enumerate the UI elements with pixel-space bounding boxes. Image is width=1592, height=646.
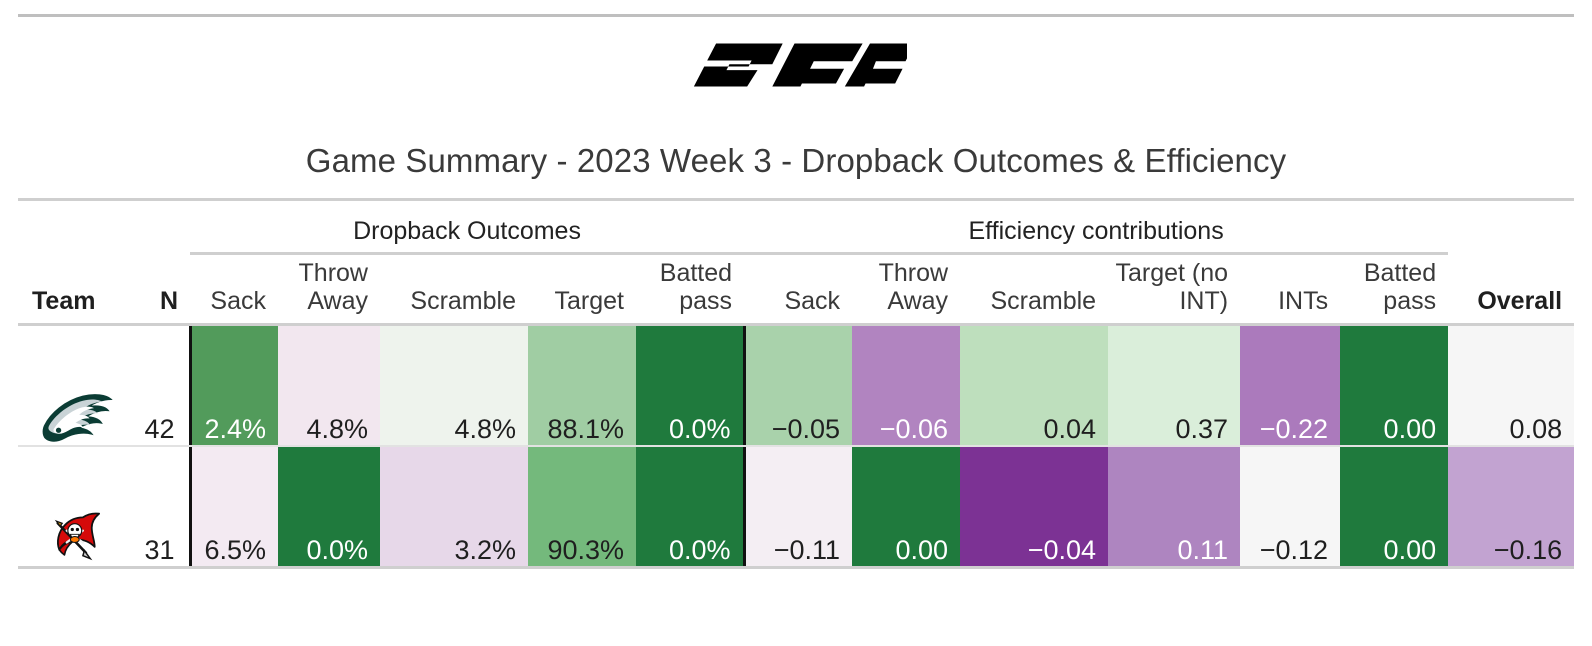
cell-scramble-pct-buccaneers: 3.2% <box>380 447 528 566</box>
group-header-dropback: Dropback Outcomes <box>353 217 581 245</box>
cell-scramble-eff-buccaneers: −0.04 <box>960 447 1109 566</box>
cell-sack-pct-buccaneers: 6.5% <box>188 447 278 566</box>
cell-throw-away-pct-eagles: 4.8% <box>278 326 380 445</box>
col-header-target-eff[interactable]: Target (no INT) <box>1108 255 1240 323</box>
cell-overall-eagles: 0.08 <box>1448 326 1575 445</box>
group-header-efficiency: Efficiency contributions <box>968 217 1224 245</box>
cell-batted-eff-eagles: 0.00 <box>1340 326 1449 445</box>
eagles-logo-icon <box>42 394 113 442</box>
table-bottom-divider <box>18 566 1575 569</box>
group-header-row: Dropback Outcomes Efficiency contributio… <box>18 205 1574 252</box>
cell-target-eff-eagles: 0.37 <box>1108 326 1241 445</box>
col-header-overall[interactable]: Overall <box>1448 255 1574 323</box>
col-header-scramble-eff[interactable]: Scramble <box>960 255 1108 323</box>
cell-overall-buccaneers: −0.16 <box>1448 447 1575 566</box>
column-header-row: Team N Sack Throw Away Scramble Target B… <box>18 255 1574 323</box>
table-row[interactable]: 42 2.4% 4.8% 4.8% 88.1% 0.0% −0.05 −0.06… <box>18 326 1575 445</box>
cell-throw-away-pct-buccaneers: 0.0% <box>278 447 380 566</box>
n-cell-eagles: 42 <box>124 326 190 445</box>
cell-scramble-pct-eagles: 4.8% <box>380 326 528 445</box>
brand-logo-container <box>0 34 1592 101</box>
top-divider <box>18 14 1574 17</box>
cell-batted-pct-eagles: 0.0% <box>636 326 745 445</box>
team-cell-buccaneers[interactable] <box>18 447 124 566</box>
cell-target-pct-buccaneers: 90.3% <box>528 447 636 566</box>
n-cell-buccaneers: 31 <box>124 447 190 566</box>
cell-batted-eff-buccaneers: 0.00 <box>1340 447 1449 566</box>
cell-target-eff-buccaneers: 0.11 <box>1108 447 1241 566</box>
col-header-scramble-pct[interactable]: Scramble <box>380 255 528 323</box>
page-root: Game Summary - 2023 Week 3 - Dropback Ou… <box>0 0 1592 646</box>
team-cell-eagles[interactable] <box>18 326 124 445</box>
cell-batted-pct-buccaneers: 0.0% <box>636 447 745 566</box>
title-divider <box>18 198 1574 201</box>
cell-scramble-eff-eagles: 0.04 <box>960 326 1109 445</box>
col-header-n[interactable]: N <box>124 255 190 323</box>
buccaneers-logo-icon <box>54 512 100 561</box>
col-header-sack-eff[interactable]: Sack <box>744 255 852 323</box>
page-title: Game Summary - 2023 Week 3 - Dropback Ou… <box>305 142 1287 179</box>
cell-sack-pct-eagles: 2.4% <box>188 326 278 445</box>
col-header-team[interactable]: Team <box>18 255 124 323</box>
cell-sack-eff-buccaneers: −0.11 <box>742 447 853 566</box>
cell-sack-eff-eagles: −0.05 <box>742 326 853 445</box>
col-header-batted-pct[interactable]: Batted pass <box>636 255 744 323</box>
col-header-ints-eff[interactable]: INTs <box>1240 255 1340 323</box>
cell-ints-eff-buccaneers: −0.12 <box>1240 447 1341 566</box>
col-header-sack-pct[interactable]: Sack <box>190 255 278 323</box>
cell-throw-away-eff-eagles: −0.06 <box>852 326 961 445</box>
cell-throw-away-eff-buccaneers: 0.00 <box>852 447 961 566</box>
col-header-throw-away-pct[interactable]: Throw Away <box>278 255 380 323</box>
table-row[interactable]: 31 6.5% 0.0% 3.2% 90.3% 0.0% −0.11 0.00 … <box>18 447 1575 566</box>
col-header-target-pct[interactable]: Target <box>528 255 636 323</box>
summary-table: Dropback Outcomes Efficiency contributio… <box>18 205 1575 569</box>
pff-logo-icon <box>693 43 907 87</box>
cell-target-pct-eagles: 88.1% <box>528 326 636 445</box>
cell-ints-eff-eagles: −0.22 <box>1240 326 1341 445</box>
col-header-throw-away-eff[interactable]: Throw Away <box>852 255 960 323</box>
col-header-batted-eff[interactable]: Batted pass <box>1340 255 1448 323</box>
